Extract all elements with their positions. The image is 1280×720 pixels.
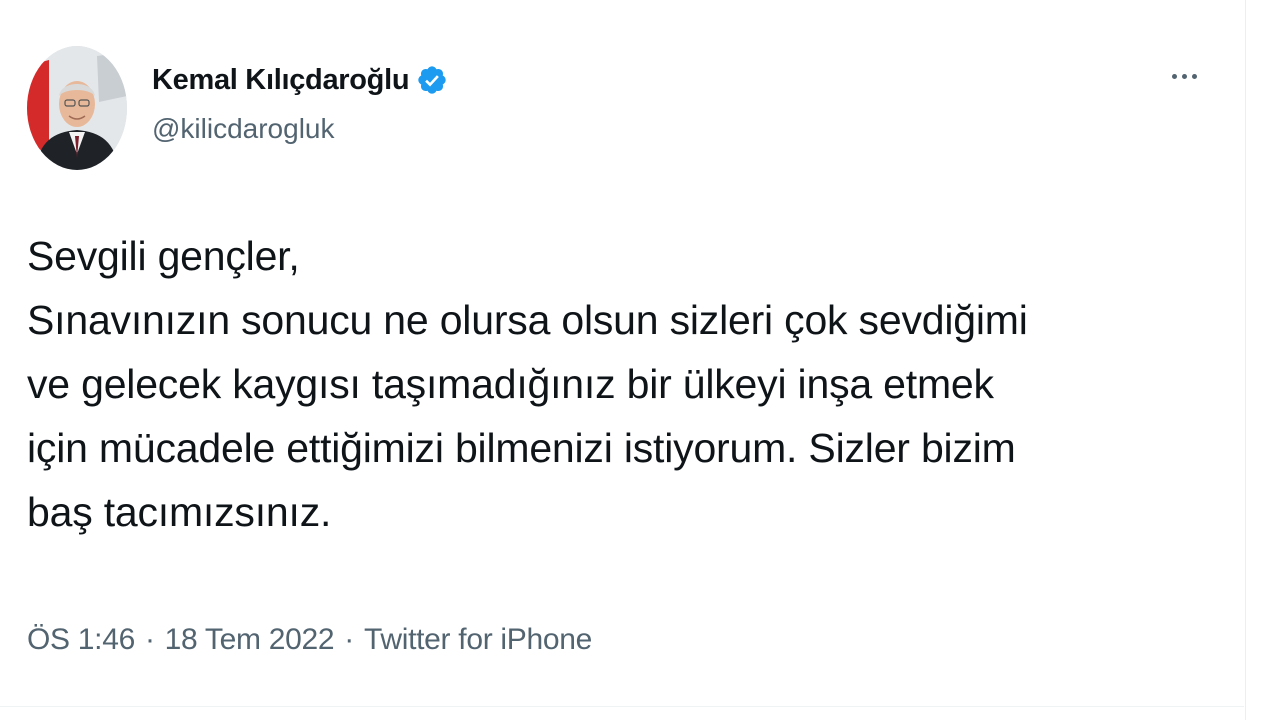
tweet-date[interactable]: 18 Tem 2022: [165, 623, 335, 657]
tweet-card: Kemal Kılıçdaroğlu @kilicdarogluk Sevgil…: [0, 0, 1280, 720]
author-handle[interactable]: @kilicdarogluk: [152, 113, 335, 145]
more-options-icon: [1171, 74, 1197, 79]
tweet-meta: ÖS 1:46 · 18 Tem 2022 · Twitter for iPho…: [27, 618, 592, 662]
tweet-source[interactable]: Twitter for iPhone: [364, 623, 592, 657]
tweet-time[interactable]: ÖS 1:46: [27, 623, 135, 657]
avatar[interactable]: [27, 46, 127, 170]
meta-separator: ·: [144, 623, 155, 656]
verified-badge-icon: [416, 64, 448, 96]
display-name[interactable]: Kemal Kılıçdaroğlu: [152, 64, 410, 97]
right-border: [1245, 0, 1246, 720]
tweet-text: Sevgili gençler, Sınavınızın sonucu ne o…: [27, 233, 1028, 535]
meta-separator: ·: [344, 623, 354, 656]
more-options-button[interactable]: [1156, 66, 1212, 110]
bottom-divider: [0, 706, 1244, 707]
author-row: Kemal Kılıçdaroğlu: [152, 58, 448, 102]
avatar-image: [27, 46, 127, 170]
